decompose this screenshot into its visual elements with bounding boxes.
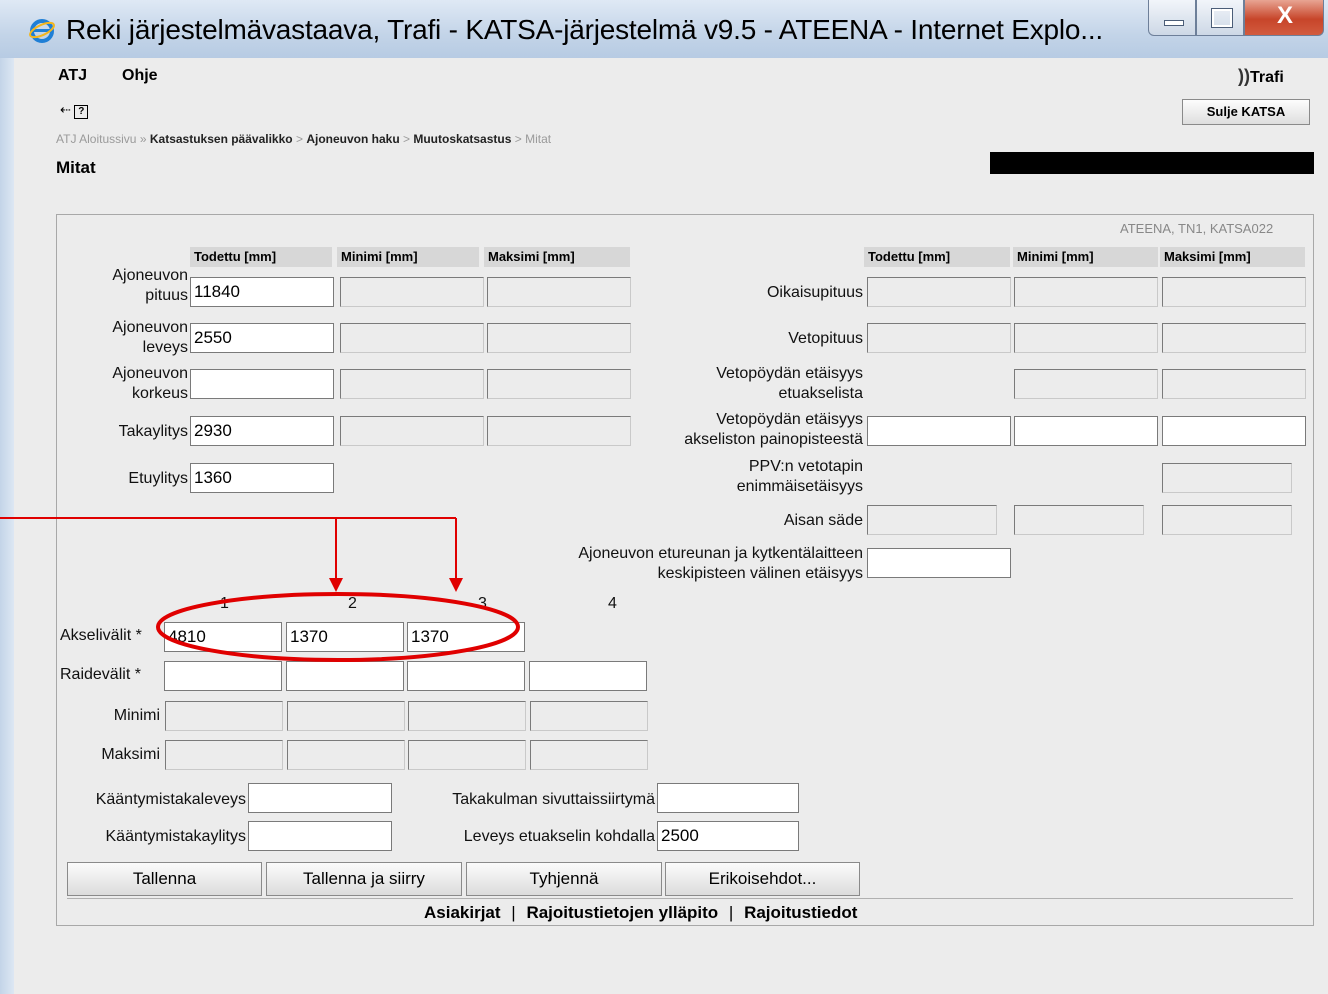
annotation-arrowhead-icon — [329, 578, 343, 592]
annotation-overlay — [0, 517, 520, 662]
annotation-arrowhead-icon — [449, 578, 463, 592]
annotation-ellipse — [156, 592, 520, 662]
